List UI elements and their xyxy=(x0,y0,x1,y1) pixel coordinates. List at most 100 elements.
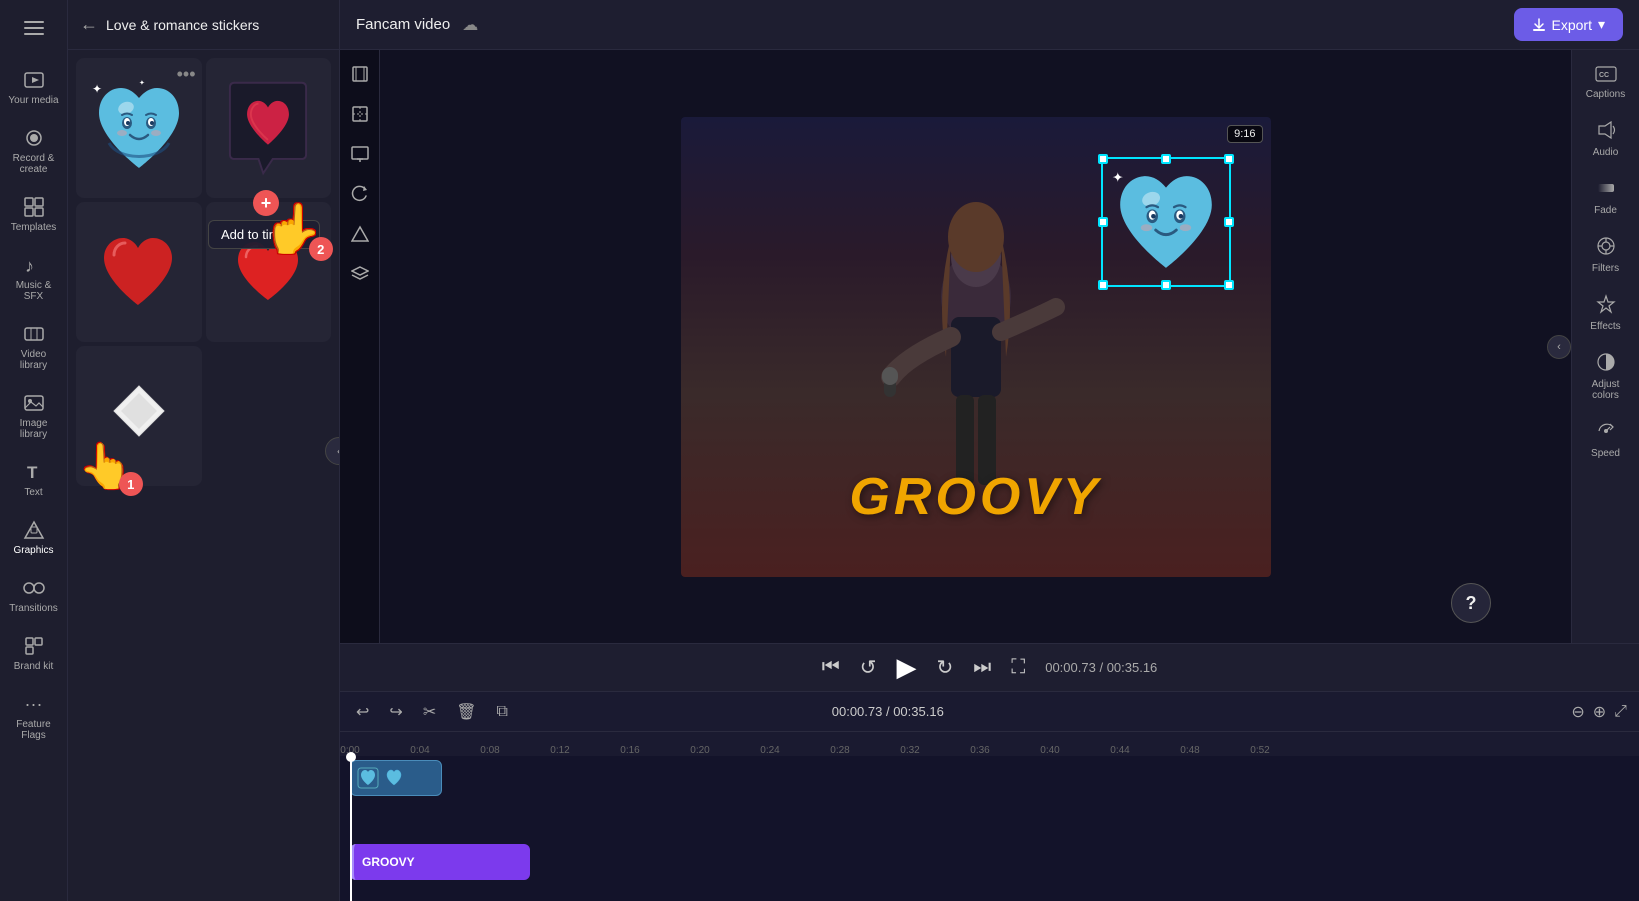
help-button[interactable]: ? xyxy=(1451,583,1491,623)
resize-handle-ml[interactable] xyxy=(1098,217,1108,227)
zoom-out-button[interactable]: ⊖ xyxy=(1571,702,1584,722)
media-icon xyxy=(22,68,46,92)
video-library-icon xyxy=(22,322,46,346)
ruler-mark-9: 0:36 xyxy=(970,745,989,756)
ruler-mark-13: 0:52 xyxy=(1250,745,1269,756)
sidebar-item-brand-kit[interactable]: Brand kit xyxy=(4,626,64,680)
right-tool-speed[interactable]: Speed xyxy=(1576,413,1636,467)
save-cloud-icon[interactable]: ☁ xyxy=(462,15,478,35)
timeline-expand-button[interactable]: ⤢ xyxy=(1614,703,1627,721)
stickers-grid: ••• ✦ ✦ ✦ xyxy=(68,50,339,494)
sidebar-item-music[interactable]: ♪ Music & SFX xyxy=(4,245,64,310)
ruler-mark-3: 0:12 xyxy=(550,745,569,756)
sticker-track-row xyxy=(340,756,1639,800)
sidebar-item-templates[interactable]: Templates xyxy=(4,187,64,241)
play-button[interactable]: ▶ xyxy=(896,652,916,683)
timeline-playhead[interactable] xyxy=(350,756,352,901)
export-button[interactable]: Export ▾ xyxy=(1514,8,1624,41)
fast-forward-button[interactable]: ↻ xyxy=(936,655,953,680)
fade-label: Fade xyxy=(1594,205,1617,216)
ruler-mark-5: 0:20 xyxy=(690,745,709,756)
sidebar-item-video-library[interactable]: Video library xyxy=(4,314,64,379)
ruler-mark-11: 0:44 xyxy=(1110,745,1129,756)
canvas-tool-rotate[interactable] xyxy=(344,178,376,210)
rewind-button[interactable]: ↺ xyxy=(860,655,877,680)
ruler-mark-1: 0:04 xyxy=(410,745,429,756)
sticker-blue-heart[interactable]: ••• ✦ ✦ ✦ xyxy=(76,58,202,198)
filters-icon xyxy=(1596,236,1616,261)
sticker-red-heart-large[interactable] xyxy=(76,202,202,342)
menu-button[interactable] xyxy=(14,8,54,48)
small-red-heart-svg xyxy=(231,235,306,310)
sidebar-item-text[interactable]: T Text xyxy=(4,452,64,506)
right-panel-expand-button[interactable]: ‹ xyxy=(1547,335,1571,359)
adjust-colors-label: Adjust colors xyxy=(1580,379,1632,401)
right-tool-fade[interactable]: Fade xyxy=(1576,170,1636,224)
music-icon: ♪ xyxy=(22,253,46,277)
fullscreen-button[interactable]: ⛶ xyxy=(1011,656,1025,679)
playhead-head xyxy=(346,752,356,762)
canvas-area: GROOVY ✦ ✦ xyxy=(340,50,1571,643)
transitions-icon xyxy=(22,576,46,600)
resize-handle-br[interactable] xyxy=(1224,280,1234,290)
resize-handle-tm[interactable] xyxy=(1161,154,1171,164)
cut-button[interactable]: ✂ xyxy=(419,698,440,726)
back-button[interactable]: ← xyxy=(80,14,98,35)
sidebar-item-record[interactable]: Record & create xyxy=(4,118,64,183)
sidebar-label-brand-kit: Brand kit xyxy=(14,661,53,672)
right-tool-audio[interactable]: Audio xyxy=(1576,112,1636,166)
canvas-tool-resize[interactable] xyxy=(344,98,376,130)
sidebar-item-graphics[interactable]: Graphics xyxy=(4,510,64,564)
adjust-colors-icon xyxy=(1596,352,1616,377)
resize-handle-bm[interactable] xyxy=(1161,280,1171,290)
right-tool-captions[interactable]: CC Captions xyxy=(1576,58,1636,108)
canvas-tool-monitor[interactable] xyxy=(344,138,376,170)
right-tool-filters[interactable]: Filters xyxy=(1576,228,1636,282)
sticker-clip[interactable] xyxy=(350,760,442,796)
sidebar-item-your-media[interactable]: Your media xyxy=(4,60,64,114)
delete-button[interactable]: 🗑 xyxy=(452,698,480,726)
sidebar-item-feature-flags[interactable]: ··· Feature Flags xyxy=(4,684,64,749)
ruler-mark-4: 0:16 xyxy=(620,745,639,756)
graphics-icon xyxy=(22,518,46,542)
resize-handle-bl[interactable] xyxy=(1098,280,1108,290)
audio-icon xyxy=(1596,120,1616,145)
record-icon xyxy=(22,126,46,150)
video-preview: GROOVY ✦ ✦ xyxy=(380,50,1571,643)
canvas-tool-triangle[interactable] xyxy=(344,218,376,250)
ruler-mark-6: 0:24 xyxy=(760,745,779,756)
svg-text:♪: ♪ xyxy=(25,256,34,276)
canvas-toolbar xyxy=(340,50,380,643)
right-tool-effects[interactable]: Effects xyxy=(1576,286,1636,340)
sticker-more-icon[interactable]: ••• xyxy=(177,64,196,85)
resize-handle-tr[interactable] xyxy=(1224,154,1234,164)
ruler-mark-2: 0:08 xyxy=(480,745,499,756)
skip-back-button[interactable]: ⏮ xyxy=(822,656,840,679)
right-tool-adjust-colors[interactable]: Adjust colors xyxy=(1576,344,1636,409)
ghost-svg xyxy=(109,381,169,451)
canvas-tool-crop[interactable] xyxy=(344,58,376,90)
effects-icon xyxy=(1596,294,1616,319)
resize-handle-tl[interactable] xyxy=(1098,154,1108,164)
time-separator: / xyxy=(1099,660,1106,675)
aspect-ratio-badge: 9:16 xyxy=(1227,125,1262,143)
sticker-ghost[interactable] xyxy=(76,346,202,486)
skip-forward-button[interactable]: ⏭ xyxy=(973,656,991,679)
text-icon: T xyxy=(22,460,46,484)
video-sticker-selected[interactable]: ✦ ✦ xyxy=(1101,157,1231,287)
sidebar-label-video-library: Video library xyxy=(8,349,60,371)
redo-button[interactable]: ↪ xyxy=(385,698,406,726)
sidebar-item-image-library[interactable]: Image library xyxy=(4,383,64,448)
video-track-row xyxy=(340,844,1639,892)
zoom-in-button[interactable]: ⊕ xyxy=(1593,702,1606,722)
copy-button[interactable]: ⧉ xyxy=(493,699,512,725)
sticker-small-red-heart[interactable] xyxy=(206,202,332,342)
canvas-tool-layers[interactable] xyxy=(344,258,376,290)
sidebar-label-record: Record & create xyxy=(8,153,60,175)
resize-handle-mr[interactable] xyxy=(1224,217,1234,227)
export-label: Export xyxy=(1552,17,1592,33)
undo-button[interactable]: ↩ xyxy=(352,698,373,726)
sidebar-item-transitions[interactable]: Transitions xyxy=(4,568,64,622)
svg-text:✦: ✦ xyxy=(139,79,145,87)
sticker-dark-heart[interactable] xyxy=(206,58,332,198)
